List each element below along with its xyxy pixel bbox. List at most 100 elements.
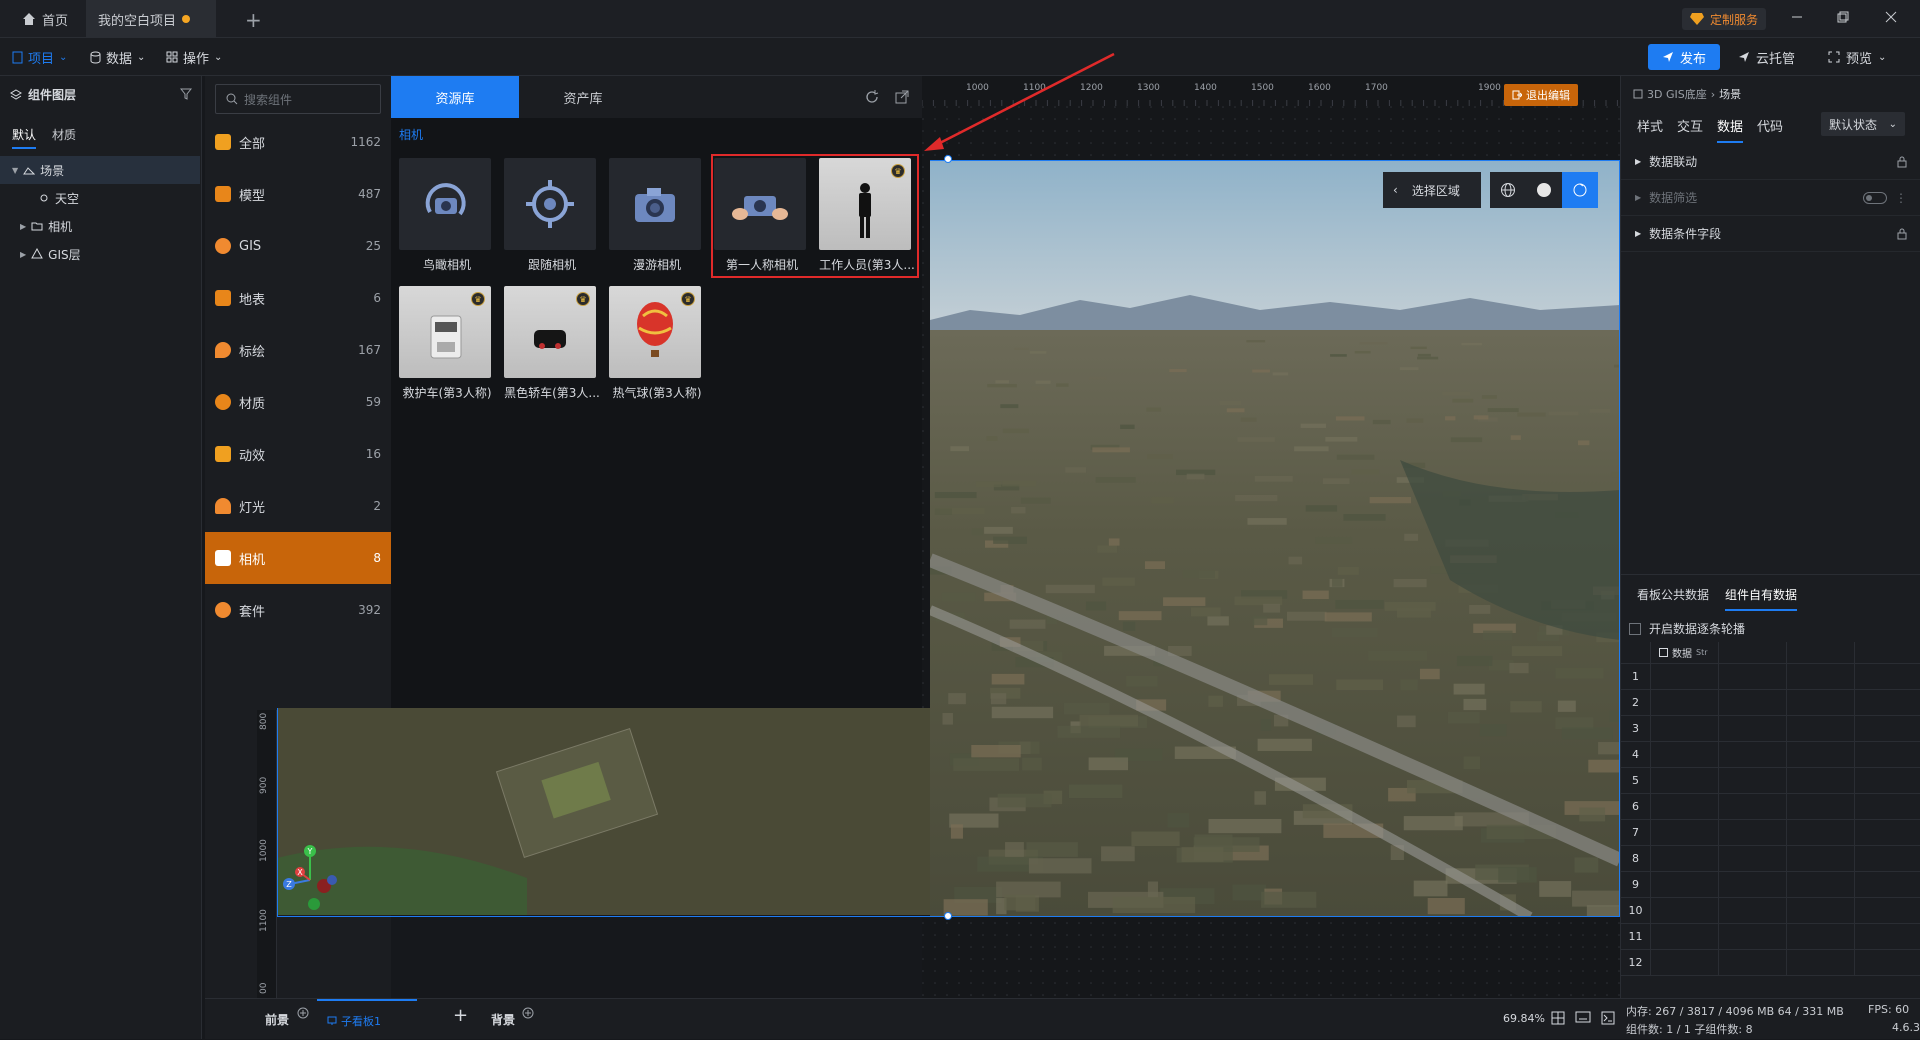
grid-cell[interactable] — [1719, 820, 1787, 845]
refresh-icon[interactable] — [865, 90, 879, 104]
grid-cell[interactable] — [1787, 716, 1855, 741]
tab-assets[interactable]: 资产库 — [519, 76, 647, 118]
search-input[interactable]: 搜索组件 — [215, 84, 381, 114]
category-marker[interactable]: 标绘 167 — [205, 324, 391, 376]
toggle-switch[interactable] — [1863, 191, 1887, 204]
tab-board-public-data[interactable]: 看板公共数据 — [1637, 586, 1709, 603]
tree-item-scene[interactable]: ▼ 场景 — [0, 156, 200, 184]
tree-item-sky[interactable]: 天空 — [0, 184, 200, 212]
grid-cell[interactable] — [1651, 820, 1719, 845]
grid-cell[interactable] — [1855, 742, 1920, 767]
grid-cell[interactable] — [1719, 846, 1787, 871]
resource-item-follow-camera[interactable]: 跟随相机 — [504, 158, 600, 273]
grid-cell[interactable] — [1719, 950, 1787, 975]
grid-cell[interactable] — [1651, 794, 1719, 819]
data-grid[interactable]: 数据 Str 1 2 3 4 5 6 7 8 9 10 11 12 — [1621, 642, 1920, 976]
subboard-tab[interactable]: 子看板1 — [317, 999, 417, 1040]
grid-cell[interactable] — [1855, 716, 1920, 741]
grid-row[interactable]: 1 — [1621, 664, 1920, 690]
preview-button[interactable]: 预览 ⌄ — [1820, 44, 1894, 70]
resource-item-hot-air-balloon[interactable]: ♛ 热气球(第3人称) — [609, 286, 705, 401]
grid-cell[interactable] — [1719, 664, 1787, 689]
grid-cell[interactable] — [1719, 716, 1787, 741]
grid-row[interactable]: 7 — [1621, 820, 1920, 846]
grid-cell[interactable] — [1719, 872, 1787, 897]
minimize-icon[interactable] — [1790, 10, 1804, 24]
background-board-tab[interactable]: 背景 — [491, 1011, 515, 1028]
category-camera[interactable]: 相机 8 — [205, 532, 391, 584]
grid-cell[interactable] — [1651, 846, 1719, 871]
grid-row[interactable]: 6 — [1621, 794, 1920, 820]
publish-button[interactable]: 发布 — [1648, 44, 1721, 70]
exit-edit-button[interactable]: 退出编辑 — [1504, 84, 1578, 106]
grid-cell[interactable] — [1651, 924, 1719, 949]
grid-cell[interactable] — [1787, 820, 1855, 845]
category-terrain[interactable]: 地表 6 — [205, 272, 391, 324]
gis-scene-view[interactable] — [930, 160, 1620, 917]
resource-item-roam-camera[interactable]: 漫游相机 — [609, 158, 705, 273]
breadcrumb-parent[interactable]: 3D GIS底座 — [1647, 86, 1707, 102]
grid-row[interactable]: 4 — [1621, 742, 1920, 768]
resource-item-black-car[interactable]: ♛ 黑色轿车(第3人... — [504, 286, 600, 401]
resource-item-ambulance[interactable]: ♛ 救护车(第3人称) — [399, 286, 495, 401]
grid-cell[interactable] — [1651, 664, 1719, 689]
grid-cell[interactable] — [1651, 690, 1719, 715]
zoom-level[interactable]: 69.84% — [1503, 1012, 1545, 1025]
terminal-icon[interactable] — [1601, 1011, 1615, 1025]
checkbox[interactable] — [1659, 648, 1668, 657]
tab-style[interactable]: 样式 — [1637, 116, 1663, 143]
tab-data[interactable]: 数据 — [1717, 116, 1744, 143]
category-light[interactable]: 灯光 2 — [205, 480, 391, 532]
grid-cell[interactable] — [1651, 768, 1719, 793]
menu-project[interactable]: 项目 ⌄ — [12, 38, 67, 76]
external-link-icon[interactable] — [895, 90, 909, 104]
grid-cell[interactable] — [1855, 768, 1920, 793]
rotate-icon[interactable] — [1562, 172, 1598, 208]
add-circle-icon[interactable] — [522, 1007, 534, 1019]
grid-row[interactable]: 9 — [1621, 872, 1920, 898]
tree-item-gis-layer[interactable]: ▶ GIS层 — [0, 240, 200, 268]
resize-handle[interactable] — [944, 912, 952, 920]
category-kit[interactable]: 套件 392 — [205, 584, 391, 636]
row-data-condition[interactable]: ▶ 数据条件字段 — [1621, 216, 1920, 252]
grid-cell[interactable] — [1787, 898, 1855, 923]
category-effect[interactable]: 动效 16 — [205, 428, 391, 480]
add-circle-icon[interactable] — [297, 1007, 309, 1019]
menu-operate[interactable]: 操作 ⌄ — [166, 38, 222, 76]
grid-cell[interactable] — [1651, 742, 1719, 767]
column-header[interactable]: 数据 Str — [1651, 642, 1719, 663]
grid-cell[interactable] — [1855, 950, 1920, 975]
tab-default[interactable]: 默认 — [12, 126, 37, 149]
grid-cell[interactable] — [1719, 898, 1787, 923]
add-board-button[interactable]: + — [453, 1005, 468, 1026]
grid-row[interactable]: 12 — [1621, 950, 1920, 976]
tab-interaction[interactable]: 交互 — [1677, 116, 1703, 143]
grid-row[interactable]: 11 — [1621, 924, 1920, 950]
grid-row[interactable]: 10 — [1621, 898, 1920, 924]
grid-cell[interactable] — [1651, 716, 1719, 741]
tab-home[interactable]: 首页 — [10, 0, 80, 38]
grid-cell[interactable] — [1787, 690, 1855, 715]
menu-data[interactable]: 数据 ⌄ — [90, 38, 145, 76]
grid-cell[interactable] — [1719, 794, 1787, 819]
state-select[interactable]: 默认状态 ⌄ — [1821, 112, 1905, 136]
restore-icon[interactable] — [1836, 10, 1850, 24]
checkbox[interactable] — [1629, 622, 1641, 635]
custom-service-button[interactable]: 定制服务 — [1682, 8, 1767, 30]
grid-row[interactable]: 8 — [1621, 846, 1920, 872]
cloud-host-button[interactable]: 云托管 — [1730, 44, 1803, 70]
add-tab-button[interactable]: + — [245, 8, 262, 32]
grid-cell[interactable] — [1855, 820, 1920, 845]
grid-cell[interactable] — [1787, 664, 1855, 689]
grid-row[interactable]: 2 — [1621, 690, 1920, 716]
sphere-icon[interactable] — [1526, 172, 1562, 208]
tree-item-camera[interactable]: ▶ 相机 — [0, 212, 200, 240]
grid-cell[interactable] — [1855, 924, 1920, 949]
category-all[interactable]: 全部 1162 — [205, 116, 391, 168]
tab-component-data[interactable]: 组件自有数据 — [1725, 586, 1798, 611]
keyboard-icon[interactable] — [1575, 1011, 1591, 1023]
category-material[interactable]: 材质 59 — [205, 376, 391, 428]
row-data-linkage[interactable]: ▶ 数据联动 — [1621, 144, 1920, 180]
grid-cell[interactable] — [1651, 898, 1719, 923]
fit-icon[interactable] — [1551, 1011, 1565, 1025]
